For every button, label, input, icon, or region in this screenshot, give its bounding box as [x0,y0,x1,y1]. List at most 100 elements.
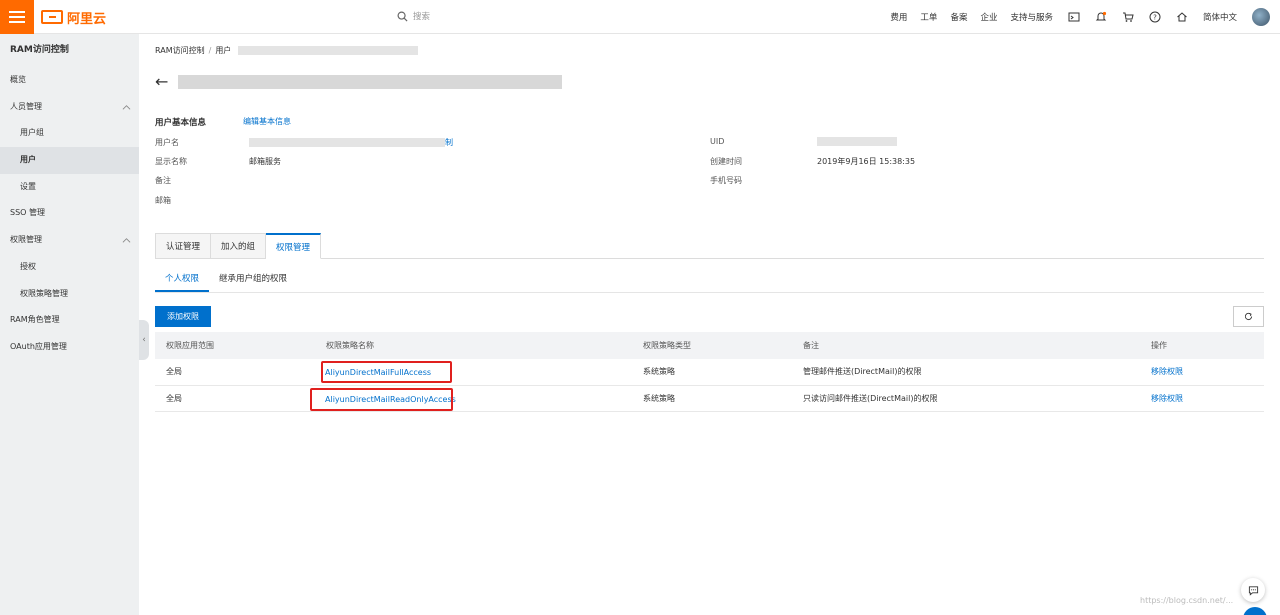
svg-text:?: ? [1153,14,1157,22]
search-input[interactable]: 搜索 [397,10,430,22]
breadcrumb-root[interactable]: RAM访问控制 [155,46,205,55]
help-icon[interactable]: ? [1149,11,1161,23]
sidebar-item-roles[interactable]: RAM角色管理 [0,307,139,334]
add-permission-button[interactable]: 添加权限 [155,306,211,327]
label-phone: 手机号码 [710,176,742,185]
remove-permission-link[interactable]: 移除权限 [1151,359,1183,385]
username-suffix: 制 [445,138,453,147]
tab-permissions[interactable]: 权限管理 [266,233,322,259]
sidebar-title: RAM访问控制 [10,45,69,55]
highlight-box: AliyunDirectMailFullAccess [321,361,452,383]
cell-type: 系统策略 [643,367,675,377]
watermark: https://blog.csdn.net/... [1140,596,1234,605]
cell-scope: 全局 [166,367,182,377]
remove-permission-link[interactable]: 移除权限 [1151,386,1183,412]
cell-note: 管理邮件推送(DirectMail)的权限 [803,367,922,377]
nav-billing[interactable]: 费用 [890,11,907,23]
header-policy-name: 权限策略名称 [326,341,374,350]
menu-icon[interactable] [0,0,34,34]
highlight-box: AliyunDirectMailReadOnlyAccess [310,387,456,411]
header-note: 备注 [803,341,819,350]
top-bar: 阿里云 搜索 费用 工单 备案 企业 支持与服务 ? 简体中文 [0,0,1280,34]
logo-text: 阿里云 [67,11,107,27]
header-policy-type: 权限策略类型 [643,341,691,350]
breadcrumb-separator: / [208,46,212,55]
subtabs-divider [155,292,1264,293]
tab-auth[interactable]: 认证管理 [155,233,212,259]
table-header: 权限应用范围 权限策略名称 权限策略类型 备注 操作 [155,332,1264,359]
sidebar-item-label: OAuth应用管理 [10,341,67,351]
search-placeholder: 搜索 [413,12,431,22]
terminal-icon[interactable] [1068,11,1080,23]
sidebar-item-users[interactable]: 用户 [0,147,139,174]
cart-icon[interactable] [1122,11,1134,23]
search-icon [397,11,408,22]
page-title: ← [155,72,563,91]
sidebar-item-label: 人员管理 [10,101,42,111]
sidebar-item-oauth[interactable]: OAuth应用管理 [0,334,139,361]
header-scope: 权限应用范围 [166,341,214,350]
sidebar-item-people[interactable]: 人员管理 [0,94,139,121]
basic-info-title: 用户基本信息 [155,118,207,128]
redacted-text [817,137,897,146]
label-uid: UID [710,137,725,146]
aliyun-logo-icon [41,10,63,24]
nav-support[interactable]: 支持与服务 [1010,11,1053,23]
tabs-divider [155,258,1264,259]
sidebar-item-label: 设置 [20,181,36,191]
sidebar-item-label: SSO 管理 [10,208,45,218]
sidebar-item-sso[interactable]: SSO 管理 [0,200,139,227]
label-created: 创建时间 [710,157,742,166]
header-action: 操作 [1151,341,1167,350]
sidebar-item-label: 用户 [20,155,36,165]
nav-tickets[interactable]: 工单 [920,11,937,23]
sidebar-item-settings[interactable]: 设置 [0,174,139,201]
aliyun-logo[interactable]: 阿里云 [41,9,107,27]
value-username: 制 [249,137,453,148]
label-note: 备注 [155,176,171,185]
redacted-text [237,46,418,55]
refresh-button[interactable] [1233,306,1264,327]
label-display-name: 显示名称 [155,157,187,166]
top-nav: 费用 工单 备案 企业 支持与服务 ? 简体中文 [877,0,1280,34]
sidebar-item-permissions[interactable]: 权限管理 [0,227,139,254]
tab-groups[interactable]: 加入的组 [211,233,267,259]
chevron-up-icon [122,104,131,110]
label-username: 用户名 [155,138,179,147]
language-switcher[interactable]: 简体中文 [1203,11,1237,23]
home-icon[interactable] [1176,11,1188,23]
highlight-frame [321,361,452,383]
tab-bar: 认证管理 加入的组 权限管理 [155,233,322,259]
cell-type: 系统策略 [643,393,675,403]
permissions-table: 权限应用范围 权限策略名称 权限策略类型 备注 操作 全局 AliyunDire… [155,332,1264,412]
back-arrow-icon[interactable]: ← [155,72,168,91]
redacted-text [249,138,445,147]
bell-icon[interactable] [1095,11,1107,23]
subtab-personal[interactable]: 个人权限 [155,272,210,292]
sidebar-item-groups[interactable]: 用户组 [0,120,139,147]
sidebar-item-overview[interactable]: 概览 [0,67,139,94]
nav-enterprise[interactable]: 企业 [980,11,997,23]
redacted-title [178,74,563,89]
value-uid [817,137,897,146]
sidebar-item-policies[interactable]: 权限策略管理 [0,281,139,308]
cell-note: 只读访问邮件推送(DirectMail)的权限 [803,393,938,403]
sidebar-item-label: RAM角色管理 [10,315,60,325]
sidebar-item-label: 授权 [20,261,36,271]
subtab-inherited[interactable]: 继承用户组的权限 [209,272,297,292]
main-content: RAM访问控制 / 用户 ← 用户基本信息 编辑基本信息 用户名 制 显示名称 邮箱… [139,34,1280,615]
table-row: 全局 AliyunDirectMailFullAccess 系统策略 管理邮件推… [155,359,1264,386]
chat-button[interactable] [1241,578,1265,602]
sidebar-item-label: 权限策略管理 [20,288,68,298]
sidebar-item-label: 概览 [10,75,26,84]
value-created: 2019年9月16日 15:38:35 [817,157,916,166]
highlight-frame [310,387,453,411]
sidebar-item-grant[interactable]: 授权 [0,254,139,281]
breadcrumb: RAM访问控制 / 用户 [155,45,418,56]
cell-scope: 全局 [166,393,182,403]
avatar[interactable] [1252,8,1270,26]
refresh-icon [1244,312,1253,321]
sidebar-item-label: 用户组 [20,128,44,138]
edit-basic-info-link[interactable]: 编辑基本信息 [243,116,291,127]
nav-icp[interactable]: 备案 [950,11,967,23]
